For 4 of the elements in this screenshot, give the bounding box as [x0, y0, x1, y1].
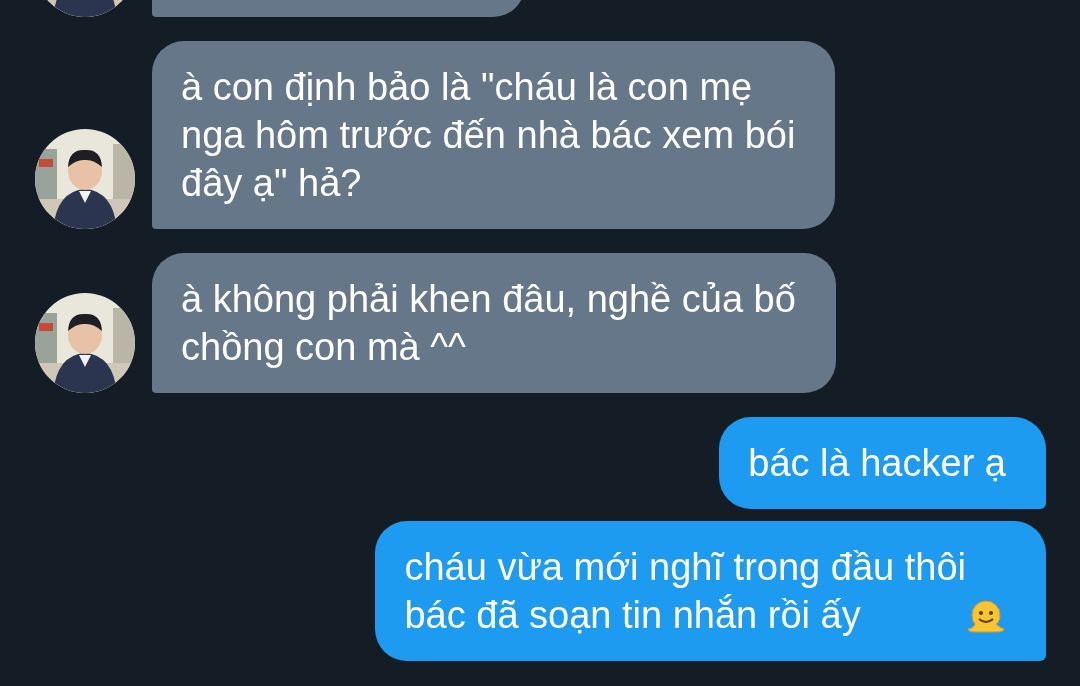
message-text: cháu vừa mới nghĩ trong đầu thôi bác đã soạn tin nhắn rồi ấy [404, 545, 966, 638]
message-text: bác là hacker ạ [748, 441, 1006, 486]
message-text: à không phải khen đâu, nghề của bố chồng con mà ^^ [181, 277, 796, 370]
message-text: à con định bảo là "cháu là con mẹ nga hôm trước đến nhà bác xem bói đây ạ" hả? [181, 65, 796, 206]
